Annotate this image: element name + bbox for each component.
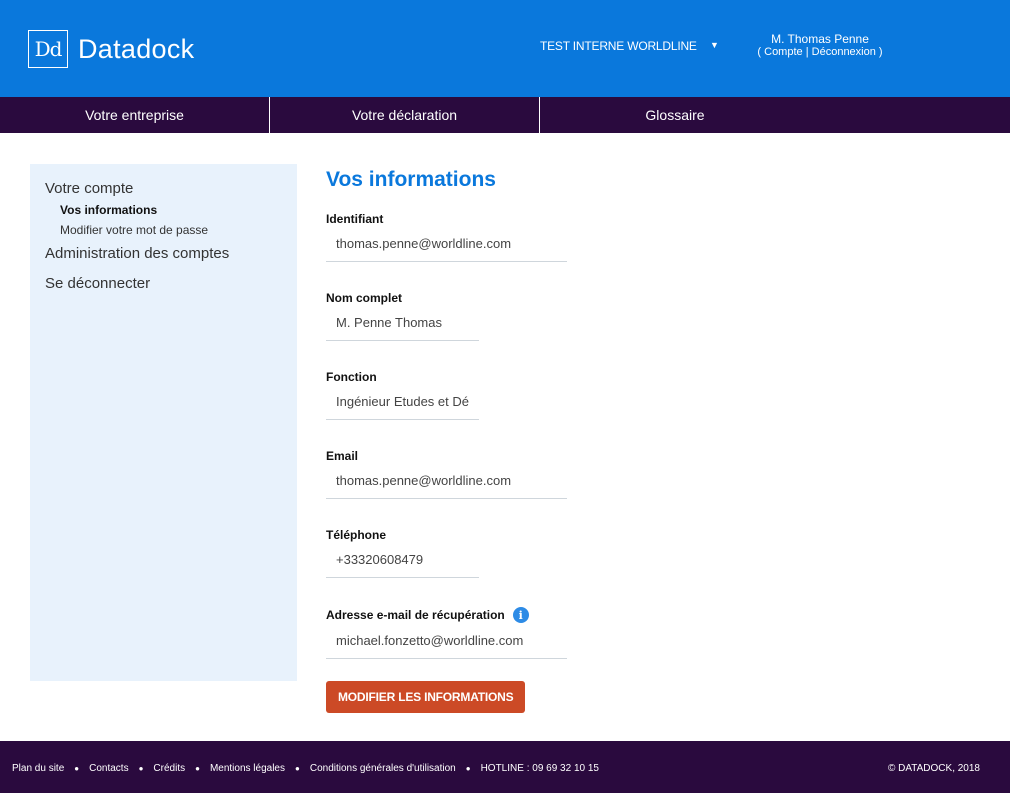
footer-link-contacts[interactable]: Contacts [89, 763, 128, 774]
info-icon[interactable]: i [512, 607, 529, 623]
sidebar-item-vos-informations[interactable]: Vos informations [45, 203, 297, 217]
nav-item-declaration[interactable]: Votre déclaration [270, 97, 540, 133]
recuperation-label: Adresse e-mail de récupération [326, 608, 505, 622]
footer-link-cgu[interactable]: Conditions générales d'utilisation [310, 763, 456, 774]
identifiant-label: Identifiant [326, 212, 384, 226]
footer-separator: ● [295, 764, 300, 773]
account-link[interactable]: Compte [764, 46, 803, 58]
page-title: Vos informations [326, 168, 496, 191]
main-nav: Votre entreprise Votre déclaration Gloss… [0, 97, 1010, 133]
footer-separator: ● [138, 764, 144, 773]
recuperation-label-row: Adresse e-mail de récupération i [326, 607, 726, 623]
sidebar-item-administration[interactable]: Administration des comptes [45, 245, 297, 262]
nom-complet-input[interactable] [326, 312, 479, 341]
main-content: Vos informations Identifiant Nom complet… [326, 168, 726, 713]
field-email: Email [326, 449, 726, 499]
caret-down-icon[interactable]: ▼ [710, 40, 719, 50]
user-panel: M. Thomas Penne ( Compte | Déconnexion ) [720, 33, 920, 59]
user-links: ( Compte | Déconnexion ) [720, 46, 920, 59]
footer-separator: ● [465, 764, 471, 773]
modify-info-button[interactable]: MODIFIER LES INFORMATIONS [326, 681, 526, 713]
nav-item-glossaire[interactable]: Glossaire [540, 97, 810, 133]
sidebar: Votre compte Vos informations Modifier v… [30, 164, 297, 681]
telephone-input[interactable] [326, 549, 479, 578]
field-nom-complet: Nom complet [326, 291, 726, 341]
user-links-close: ) [875, 46, 883, 58]
user-links-separator: | [802, 46, 812, 58]
field-fonction: Fonction [326, 370, 726, 420]
logo-mark: Dd [28, 30, 68, 68]
footer-hotline: HOTLINE : 09 69 32 10 15 [480, 763, 599, 774]
footer-links: Plan du site ● Contacts ● Crédits ● Ment… [12, 763, 599, 774]
header: Dd Datadock TEST INTERNE WORLDLINE ▼ M. … [0, 0, 1010, 97]
footer-link-plan-du-site[interactable]: Plan du site [12, 763, 64, 774]
sidebar-item-modifier-mot-de-passe[interactable]: Modifier votre mot de passe [45, 223, 297, 237]
field-identifiant: Identifiant [326, 212, 726, 262]
email-label: Email [326, 449, 359, 463]
sidebar-item-deconnecter[interactable]: Se déconnecter [45, 275, 297, 292]
fonction-input[interactable] [326, 391, 479, 420]
footer-separator: ● [195, 764, 200, 773]
logo-text: Datadock [78, 33, 195, 64]
footer-separator: ● [74, 764, 80, 773]
logo[interactable]: Dd Datadock [28, 30, 194, 68]
footer-link-credits[interactable]: Crédits [153, 763, 185, 774]
field-recuperation: Adresse e-mail de récupération i [326, 607, 726, 659]
nav-item-entreprise[interactable]: Votre entreprise [0, 97, 270, 133]
field-telephone: Téléphone [326, 528, 726, 578]
logout-link[interactable]: Déconnexion [812, 46, 876, 58]
organization-selector[interactable]: TEST INTERNE WORLDLINE [540, 39, 697, 53]
sidebar-item-votre-compte[interactable]: Votre compte [45, 180, 297, 197]
user-name: M. Thomas Penne [771, 32, 869, 46]
fonction-label: Fonction [326, 370, 377, 384]
identifiant-input[interactable] [326, 233, 567, 262]
footer-copyright: © DATADOCK, 2018 [887, 763, 980, 774]
recuperation-email-input[interactable] [326, 630, 567, 659]
telephone-label: Téléphone [326, 528, 387, 542]
email-input[interactable] [326, 470, 567, 499]
footer-link-mentions-legales[interactable]: Mentions légales [210, 763, 285, 774]
footer: Plan du site ● Contacts ● Crédits ● Ment… [0, 741, 1010, 793]
nom-complet-label: Nom complet [326, 291, 403, 305]
